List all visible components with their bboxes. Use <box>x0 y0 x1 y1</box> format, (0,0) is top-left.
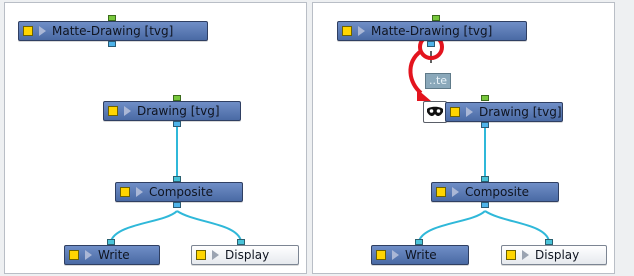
node-drawing[interactable]: Drawing [tvg] <box>103 101 241 121</box>
expand-arrow-icon[interactable] <box>358 26 365 36</box>
node-view-comparison: Matte-Drawing [tvg] Drawing [tvg] Compos… <box>0 0 634 276</box>
output-port[interactable] <box>427 41 435 47</box>
node-composite[interactable]: Composite <box>431 182 559 202</box>
node-label: Display <box>535 248 580 262</box>
wire-composite-to-write <box>418 210 486 242</box>
output-port[interactable] <box>173 202 181 208</box>
node-label: Write <box>405 248 437 262</box>
matte-port[interactable] <box>481 95 489 101</box>
expand-arrow-icon[interactable] <box>392 250 399 260</box>
mask-node[interactable] <box>423 101 447 123</box>
expand-arrow-icon[interactable] <box>212 250 219 260</box>
enable-toggle[interactable] <box>450 107 460 117</box>
enable-toggle[interactable] <box>120 187 130 197</box>
curved-arrow <box>408 49 423 95</box>
enable-toggle[interactable] <box>23 26 33 36</box>
wire-composite-to-write <box>110 210 178 242</box>
node-label: Drawing [tvg] <box>479 105 562 119</box>
output-port[interactable] <box>481 122 489 128</box>
node-write[interactable]: Write <box>371 245 469 265</box>
wire-composite-to-display <box>484 210 550 242</box>
node-label: Display <box>225 248 270 262</box>
node-label: Composite <box>465 185 530 199</box>
node-composite[interactable]: Composite <box>115 182 243 202</box>
node-view-panel-before: Matte-Drawing [tvg] Drawing [tvg] Compos… <box>4 2 307 274</box>
enable-toggle[interactable] <box>506 250 516 260</box>
enable-toggle[interactable] <box>108 106 118 116</box>
expand-arrow-icon[interactable] <box>452 187 459 197</box>
node-write[interactable]: Write <box>64 245 160 265</box>
expand-arrow-icon[interactable] <box>85 250 92 260</box>
expand-arrow-icon[interactable] <box>136 187 143 197</box>
expand-arrow-icon[interactable] <box>39 26 46 36</box>
expand-arrow-icon[interactable] <box>466 107 473 117</box>
wire-composite-to-display <box>176 210 242 242</box>
enable-toggle[interactable] <box>376 250 386 260</box>
output-port[interactable] <box>481 202 489 208</box>
node-matte-drawing[interactable]: Matte-Drawing [tvg] <box>337 21 527 41</box>
node-display[interactable]: Display <box>501 245 607 265</box>
node-label: Composite <box>149 185 214 199</box>
output-port[interactable] <box>173 121 181 127</box>
wire-callout: ..te <box>425 73 451 89</box>
expand-arrow-icon[interactable] <box>124 106 131 116</box>
node-matte-drawing[interactable]: Matte-Drawing [tvg] <box>18 21 208 41</box>
node-label: Write <box>98 248 130 262</box>
node-drawing[interactable]: Drawing [tvg] <box>445 102 563 122</box>
node-display[interactable]: Display <box>191 245 299 265</box>
enable-toggle[interactable] <box>436 187 446 197</box>
wire-layer <box>408 34 550 242</box>
node-label: Matte-Drawing [tvg] <box>371 24 493 38</box>
output-port[interactable] <box>108 41 116 47</box>
node-label: Matte-Drawing [tvg] <box>52 24 174 38</box>
enable-toggle[interactable] <box>342 26 352 36</box>
enable-toggle[interactable] <box>196 250 206 260</box>
enable-toggle[interactable] <box>69 250 79 260</box>
wire-layer <box>110 123 242 242</box>
node-label: Drawing [tvg] <box>137 104 220 118</box>
curved-arrow-head <box>417 89 431 101</box>
mask-icon <box>427 106 443 117</box>
expand-arrow-icon[interactable] <box>522 250 529 260</box>
node-view-panel-after: Matte-Drawing [tvg] ..te Drawing [tvg] C… <box>312 2 615 274</box>
